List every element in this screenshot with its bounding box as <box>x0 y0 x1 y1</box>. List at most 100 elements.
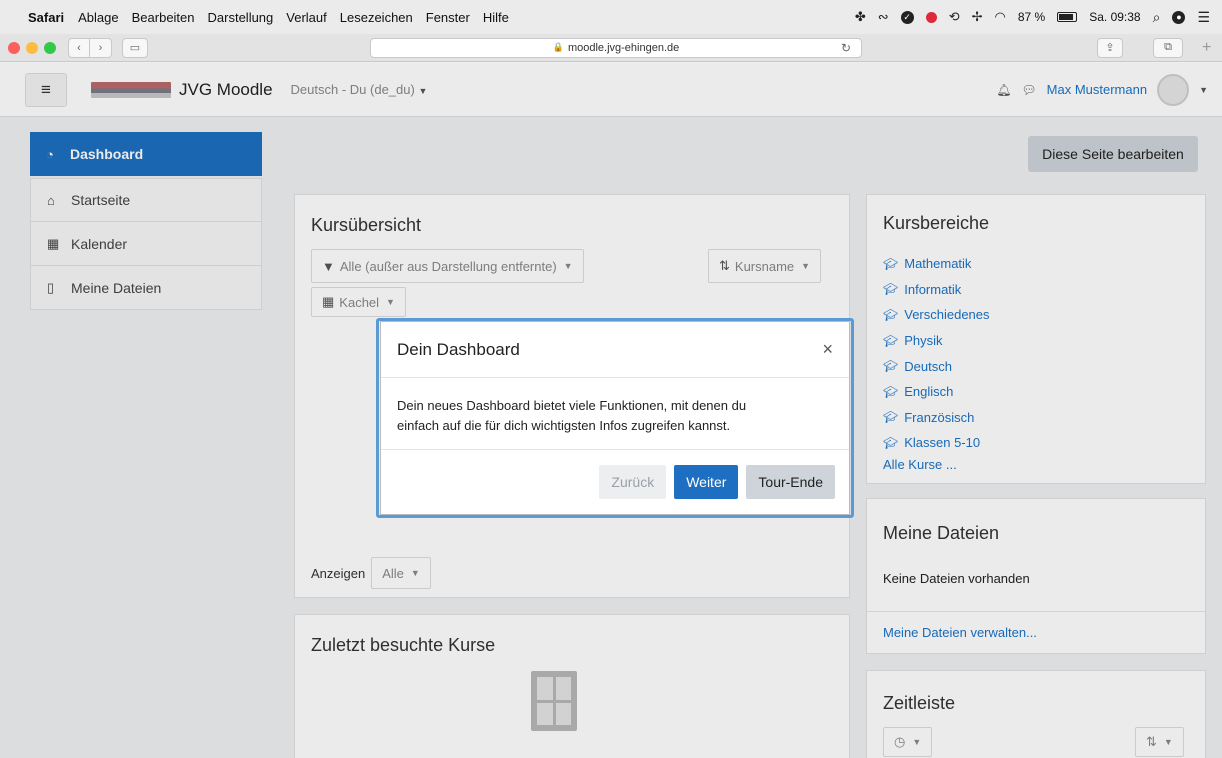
tour-back-button[interactable]: Zurück <box>599 465 667 499</box>
sidebar-toggle-button[interactable]: ▭ <box>122 37 148 58</box>
course-sort-value: Kursname <box>734 258 795 274</box>
tour-next-button[interactable]: Weiter <box>674 465 739 499</box>
scribble-icon[interactable]: ∾ <box>878 9 889 25</box>
graduation-cap-icon: 🎓︎ <box>883 256 899 271</box>
course-area-link[interactable]: 🎓︎ Französisch <box>883 405 990 431</box>
site-title[interactable]: JVG Moodle <box>179 80 273 100</box>
time-machine-icon[interactable]: ⟲ <box>949 9 960 25</box>
drawer-toggle-button[interactable]: ≡ <box>25 72 67 107</box>
recent-courses-title: Zuletzt besuchte Kurse <box>311 635 496 655</box>
recent-courses-card: Zuletzt besuchte Kurse <box>294 614 850 758</box>
show-label: Anzeigen <box>311 565 366 581</box>
caret-down-icon: ▼ <box>801 261 811 271</box>
manage-files-link[interactable]: Meine Dateien verwalten... <box>883 625 1037 640</box>
caret-down-icon: ▼ <box>386 297 395 307</box>
battery-icon[interactable] <box>1057 12 1078 22</box>
minimize-window-button[interactable] <box>26 41 38 54</box>
graduation-cap-icon: 🎓︎ <box>883 384 899 399</box>
my-files-empty: Keine Dateien vorhanden <box>883 571 1030 586</box>
course-area-link[interactable]: 🎓︎ Englisch <box>883 379 990 405</box>
new-tab-icon[interactable]: + <box>1202 39 1211 57</box>
tour-dialog-footer: Zurück Weiter Tour-Ende <box>381 450 849 514</box>
close-icon[interactable]: × <box>822 339 833 360</box>
address-bar[interactable]: 🔒 moodle.jvg-ehingen.de ↻ <box>370 37 862 58</box>
drawer-item-label: Dashboard <box>70 146 144 162</box>
language-menu[interactable]: Deutsch - Du (de_du) ▼ <box>291 82 428 97</box>
course-area-link[interactable]: 🎓︎ Klassen 5-10 <box>883 430 990 456</box>
drawer-item-kalender[interactable]: ▦ Kalender <box>30 222 262 266</box>
dropbox-icon[interactable]: ✤ <box>855 9 866 25</box>
course-area-label: Verschiedenes <box>904 307 990 323</box>
drawer-item-startseite[interactable]: ⌂ Startseite <box>30 178 262 222</box>
sidebar-icon: ▭ <box>129 42 141 54</box>
tour-dialog-text-line: Dein neues Dashboard bietet viele Funkti… <box>397 398 747 413</box>
graduation-cap-icon: 🎓︎ <box>883 435 899 450</box>
wifi-icon[interactable]: ◠ <box>995 9 1006 25</box>
course-area-link[interactable]: 🎓︎ Verschiedenes <box>883 302 990 328</box>
share-icon: ⇪ <box>1105 42 1115 54</box>
edit-page-button[interactable]: Diese Seite bearbeiten <box>1028 136 1198 172</box>
language-label: Deutsch - Du (de_du) <box>290 82 415 97</box>
user-menu-caret-icon[interactable]: ▼ <box>1199 85 1208 95</box>
chevron-right-icon: › <box>98 41 103 54</box>
forward-button[interactable]: › <box>90 37 112 58</box>
siri-icon[interactable]: ● <box>1172 10 1186 24</box>
message-bubble-icon[interactable]: 💬︎ <box>1021 83 1036 97</box>
course-area-link[interactable]: 🎓︎ Mathematik <box>883 251 990 277</box>
timeline-filter-dropdown[interactable]: ◷ ▼ <box>883 727 933 757</box>
site-logo[interactable] <box>91 81 171 98</box>
tour-dialog-title: Dein Dashboard <box>397 339 520 359</box>
show-filter: Anzeigen Alle ▼ <box>311 557 431 589</box>
battery-percent: 87 % <box>1017 10 1046 24</box>
no-courses-illustration <box>531 671 577 731</box>
menu-fenster[interactable]: Fenster <box>426 10 470 25</box>
menu-verlauf[interactable]: Verlauf <box>286 10 326 25</box>
bluetooth-icon[interactable]: ✢ <box>972 9 983 25</box>
reload-icon[interactable]: ↻ <box>841 41 851 55</box>
course-areas-list: 🎓︎ Mathematik 🎓︎ Informatik 🎓︎ Verschiedene… <box>883 251 990 456</box>
course-area-label: Deutsch <box>904 358 952 374</box>
menu-darstellung[interactable]: Darstellung <box>208 10 274 25</box>
course-filter-dropdown[interactable]: ▼ Alle (außer aus Darstellung entfernte)… <box>311 249 584 283</box>
show-dropdown[interactable]: Alle ▼ <box>371 557 431 589</box>
divider <box>867 611 1205 612</box>
home-icon: ⌂ <box>47 192 55 208</box>
course-sort-dropdown[interactable]: ⇅ Kursname ▼ <box>708 249 822 283</box>
tour-dialog: Dein Dashboard × Dein neues Dashboard bi… <box>380 321 850 515</box>
menu-hilfe[interactable]: Hilfe <box>483 10 509 25</box>
record-icon[interactable] <box>925 11 937 23</box>
menubar-clock[interactable]: Sa. 09:38 <box>1089 10 1140 24</box>
user-name[interactable]: Max Mustermann <box>1047 82 1147 97</box>
course-area-label: Französisch <box>904 409 975 425</box>
caret-down-icon: ▼ <box>1163 737 1173 747</box>
menu-bearbeiten[interactable]: Bearbeiten <box>132 10 195 25</box>
menu-lesezeichen[interactable]: Lesezeichen <box>340 10 413 25</box>
notification-center-icon[interactable]: ☰ <box>1197 9 1210 26</box>
tab-overview-button[interactable]: ⧉ <box>1153 37 1183 58</box>
course-area-link[interactable]: 🎓︎ Physik <box>883 328 990 354</box>
timeline-card: Zeitleiste ◷ ▼ ⇅ ▼ <box>866 670 1206 758</box>
menubar-status-area: ✤ ∾ ✓ ⟲ ✢ ◠ 87 % Sa. 09:38 ⌕ ● ☰ <box>855 9 1210 26</box>
avatar[interactable] <box>1157 73 1190 106</box>
share-button[interactable]: ⇪ <box>1097 37 1123 58</box>
back-button[interactable]: ‹ <box>68 37 90 58</box>
tour-end-button[interactable]: Tour-Ende <box>746 465 835 499</box>
spotlight-search-icon[interactable]: ⌕ <box>1153 9 1161 26</box>
course-area-link[interactable]: 🎓︎ Informatik <box>883 277 990 303</box>
all-courses-link[interactable]: Alle Kurse ... <box>883 457 957 472</box>
drawer-item-dashboard[interactable]: ◔ Dashboard <box>30 132 262 176</box>
drawer-item-meine-dateien[interactable]: ▯ Meine Dateien <box>30 266 262 310</box>
user-area: 🔔︎ 💬︎ Max Mustermann ▼ <box>996 73 1208 106</box>
close-window-button[interactable] <box>8 41 20 54</box>
timeline-sort-dropdown[interactable]: ⇅ ▼ <box>1135 727 1184 757</box>
course-area-label: Physik <box>904 333 943 349</box>
notification-bell-icon[interactable]: 🔔︎ <box>996 83 1011 97</box>
check-circle-icon[interactable]: ✓ <box>900 10 914 24</box>
menu-ablage[interactable]: Ablage <box>78 10 118 25</box>
course-view-dropdown[interactable]: ▦ Kachel ▼ <box>311 287 406 317</box>
nav-drawer: ◔ Dashboard ⌂ Startseite ▦ Kalender ▯ Me… <box>30 132 262 310</box>
course-area-link[interactable]: 🎓︎ Deutsch <box>883 353 990 379</box>
address-url: moodle.jvg-ehingen.de <box>567 41 680 54</box>
menu-app-safari[interactable]: Safari <box>28 10 64 25</box>
zoom-window-button[interactable] <box>44 41 56 54</box>
